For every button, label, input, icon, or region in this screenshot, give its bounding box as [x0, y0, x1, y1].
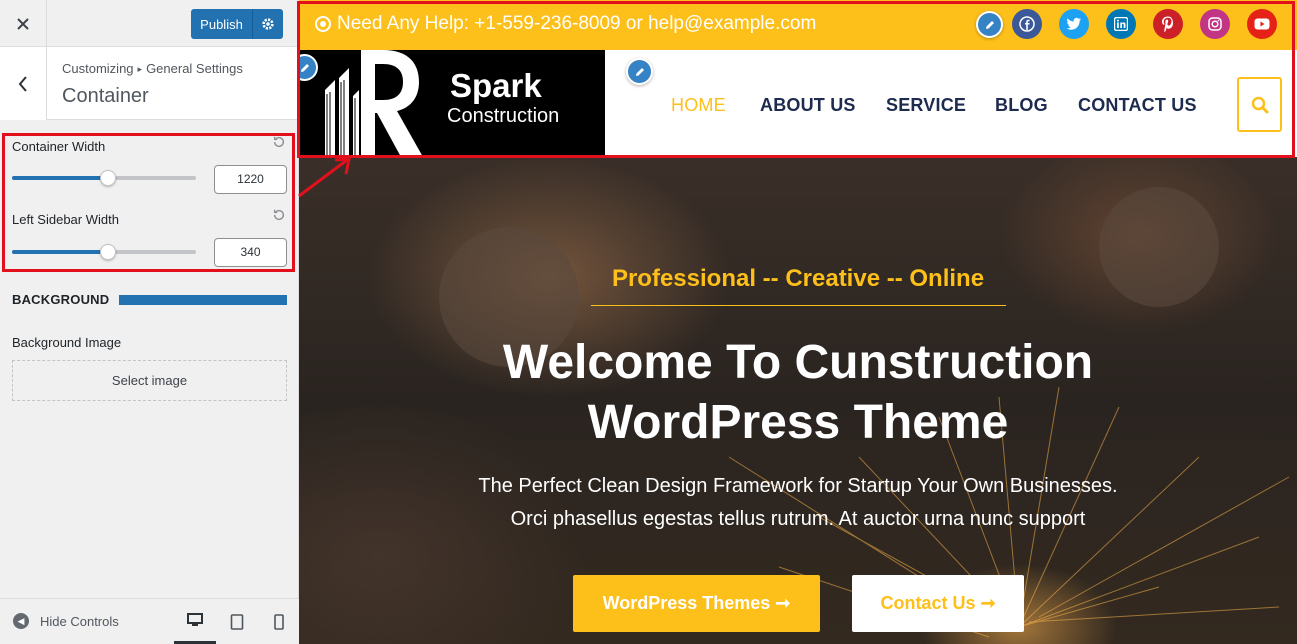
nav-about-us[interactable]: ABOUT US [760, 95, 856, 116]
customizer-footer: ◀ Hide Controls [0, 598, 299, 644]
nav-contact-us[interactable]: CONTACT US [1078, 95, 1197, 116]
pencil-icon [985, 20, 994, 29]
publish-group: Publish [191, 9, 283, 39]
publish-settings-button[interactable] [253, 9, 283, 39]
facebook-link[interactable] [1012, 9, 1042, 39]
section-title: Container [62, 85, 149, 107]
publish-button[interactable]: Publish [191, 9, 253, 39]
linkedin-link[interactable] [1106, 9, 1136, 39]
hero-title: Welcome To Cunstruction WordPress Theme [299, 333, 1297, 453]
site-topbar: Need Any Help: +1-559-236-8009 or help@e… [299, 0, 1297, 50]
hero-description-line-1: The Perfect Clean Design Framework for S… [478, 475, 1118, 497]
annotation-arrow-icon [298, 157, 351, 198]
customizer-sidebar: Publish Customizing ▸ General Settings Con… [0, 0, 299, 644]
breadcrumb-customizing: Customizing [62, 61, 134, 76]
desktop-preview-button[interactable] [174, 599, 216, 644]
tablet-icon [230, 614, 244, 630]
close-icon [17, 17, 29, 30]
highlight-box-controls [2, 133, 295, 272]
pinterest-icon [1162, 16, 1173, 32]
site-logo[interactable]: Spark Construction [299, 50, 605, 157]
twitter-icon [1066, 17, 1081, 30]
hero-divider [591, 305, 1006, 306]
mobile-preview-button[interactable] [258, 599, 300, 644]
pinterest-link[interactable] [1153, 9, 1183, 39]
mobile-icon [274, 614, 284, 630]
site-preview: Need Any Help: +1-559-236-8009 or help@e… [299, 0, 1297, 644]
location-pin-icon [315, 16, 331, 32]
breadcrumb-general-settings: General Settings [146, 61, 243, 76]
edit-shortcut-topbar[interactable] [976, 11, 1003, 38]
customizer-topbar: Publish [0, 0, 298, 47]
hide-controls-button[interactable]: ◀ Hide Controls [13, 613, 119, 629]
logo-title: Spark [450, 67, 542, 104]
gear-icon [262, 18, 274, 30]
youtube-icon [1254, 18, 1270, 30]
close-customizer-button[interactable] [0, 0, 47, 47]
back-button[interactable] [0, 47, 47, 120]
facebook-icon [1019, 16, 1035, 32]
background-image-label: Background Image [12, 335, 122, 350]
logo-subtitle: Construction [447, 105, 560, 127]
logo-mark-icon [299, 50, 439, 157]
background-heading: BACKGROUND [12, 292, 110, 307]
edit-shortcut-menu[interactable] [626, 58, 653, 85]
hero-section: Professional -- Creative -- Online Welco… [299, 157, 1297, 644]
twitter-link[interactable] [1059, 9, 1089, 39]
instagram-icon [1208, 17, 1222, 31]
collapse-arrow-icon: ◀ [13, 613, 29, 629]
search-icon [1251, 96, 1268, 113]
pencil-icon [635, 67, 644, 76]
wordpress-themes-button[interactable]: WordPress Themes ➞ [573, 575, 820, 632]
linkedin-icon [1114, 17, 1128, 31]
search-button[interactable] [1237, 77, 1282, 132]
hero-subtitle: Professional -- Creative -- Online [611, 265, 985, 292]
section-header: Customizing ▸ General Settings Container [0, 47, 298, 120]
desktop-icon [187, 613, 203, 626]
heading-divider [119, 295, 287, 305]
pencil-icon [300, 63, 309, 72]
nav-blog[interactable]: BLOG [995, 95, 1048, 116]
topbar-help-text: Need Any Help: +1-559-236-8009 or help@e… [337, 13, 817, 34]
hero-title-line-2: WordPress Theme [587, 396, 1009, 449]
tablet-preview-button[interactable] [216, 599, 258, 644]
chevron-left-icon [18, 75, 27, 92]
hero-description: The Perfect Clean Design Framework for S… [299, 470, 1297, 536]
breadcrumb-separator-icon: ▸ [137, 64, 143, 74]
hero-title-line-1: Welcome To Cunstruction [502, 336, 1094, 389]
hide-controls-label: Hide Controls [40, 613, 119, 629]
hero-description-line-2: Orci phasellus egestas tellus rutrum. At… [510, 508, 1086, 530]
topbar-contact: Need Any Help: +1-559-236-8009 or help@e… [315, 13, 816, 35]
select-image-button[interactable]: Select image [12, 360, 287, 401]
breadcrumb: Customizing ▸ General Settings [62, 61, 243, 76]
customizer-screen: Publish Customizing ▸ General Settings Con… [0, 0, 1297, 644]
contact-us-button[interactable]: Contact Us ➞ [852, 575, 1024, 632]
youtube-link[interactable] [1247, 9, 1277, 39]
nav-home[interactable]: HOME [671, 95, 726, 116]
nav-service[interactable]: SERVICE [886, 95, 966, 116]
instagram-link[interactable] [1200, 9, 1230, 39]
site-header: Spark Construction HOME ABOUT US SERVICE… [299, 50, 1297, 157]
